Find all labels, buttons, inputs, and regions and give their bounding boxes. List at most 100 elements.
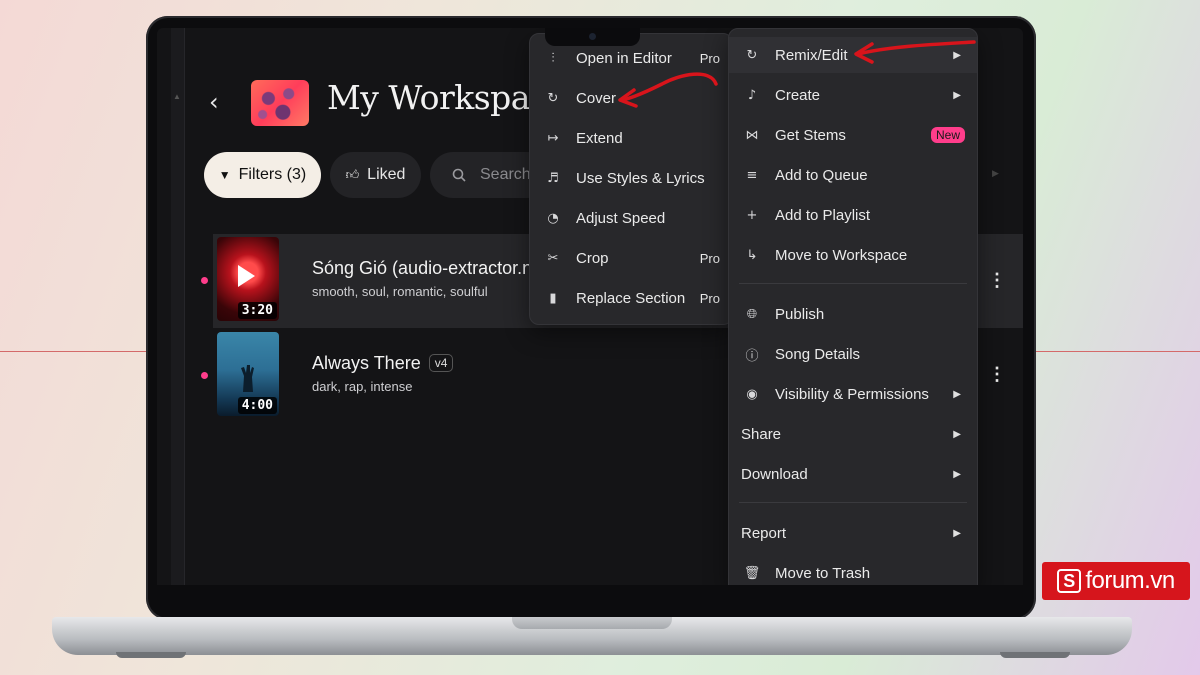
- music-shuffle-icon: ♬: [547, 170, 559, 186]
- menu-item-label: Extend: [576, 129, 623, 147]
- scissors-icon: ✂: [547, 250, 559, 266]
- song-context-menu: ↻ Remix/Edit ▶ ♪ Create ▶ ⋈ Get Stems Ne…: [728, 28, 978, 585]
- filters-button[interactable]: ▼ Filters (3): [204, 152, 321, 198]
- song-title[interactable]: Always There v4: [312, 353, 454, 374]
- song-title[interactable]: Sóng Gió (audio-extractor.net: [312, 258, 547, 279]
- menu-item-label: Add to Playlist: [775, 206, 871, 224]
- menu-item-add-to-queue[interactable]: ≡ Add to Queue: [729, 157, 977, 193]
- laptop-foot: [116, 652, 186, 658]
- menu-item-replace-section[interactable]: ▮ Replace Section Pro: [530, 280, 732, 316]
- menu-item-report[interactable]: Report ▶: [729, 515, 977, 551]
- menu-item-label: Add to Queue: [775, 166, 868, 184]
- forum-vn-logo: S forum.vn: [1042, 562, 1190, 600]
- music-note-icon: ♪: [747, 87, 757, 103]
- filters-label: Filters (3): [238, 166, 307, 183]
- model-version-badge: v4: [428, 354, 454, 372]
- liked-label: Liked: [367, 166, 406, 183]
- menu-item-visibility-permissions[interactable]: ◉ Visibility & Permissions ▶: [729, 376, 977, 412]
- menu-item-publish[interactable]: 🌐︎ Publish: [729, 296, 977, 332]
- info-icon: ⓘ: [745, 348, 759, 364]
- menu-item-add-to-playlist[interactable]: + Add to Playlist: [729, 197, 977, 233]
- chevron-right-icon: ▶: [953, 388, 961, 400]
- unplayed-dot: [201, 372, 208, 379]
- song-thumbnail[interactable]: 3:20: [217, 237, 279, 321]
- menu-item-label: Use Styles & Lyrics: [576, 169, 705, 187]
- song-tags: smooth, soul, romantic, soulful: [312, 284, 488, 299]
- menu-item-label: Download: [741, 465, 808, 483]
- trash-icon: 🗑︎: [743, 565, 761, 581]
- laptop-foot: [1000, 652, 1070, 658]
- scroll-right-icon[interactable]: ▶: [992, 168, 999, 179]
- cycle-icon: ↻: [746, 47, 758, 63]
- menu-item-remix-edit[interactable]: ↻ Remix/Edit ▶: [729, 37, 977, 73]
- new-badge: New: [930, 127, 965, 143]
- menu-item-crop[interactable]: ✂ Crop Pro: [530, 240, 732, 276]
- menu-item-song-details[interactable]: ⓘ Song Details: [729, 336, 977, 372]
- more-options-button[interactable]: ⋮: [988, 270, 1006, 291]
- menu-item-move-to-workspace[interactable]: ↳ Move to Workspace: [729, 237, 977, 273]
- extend-arrow-icon: ↦: [547, 130, 559, 146]
- eye-icon: ◉: [746, 386, 758, 402]
- menu-item-extend[interactable]: ↦ Extend: [530, 120, 732, 156]
- replace-section-icon: ▮: [549, 290, 557, 306]
- menu-item-label: Report: [741, 524, 787, 542]
- menu-item-label: Visibility & Permissions: [775, 385, 929, 403]
- menu-item-label: Adjust Speed: [576, 209, 666, 227]
- remix-submenu: ⫶ Open in Editor Pro ↻ Cover ↦ Extend ♬ …: [529, 33, 733, 325]
- cycle-icon: ↻: [547, 90, 559, 106]
- background-rule-left: [0, 351, 146, 352]
- background-rule-right: [1036, 351, 1200, 352]
- menu-item-label: Cover: [576, 89, 617, 107]
- menu-item-label: Open in Editor: [576, 49, 672, 67]
- stems-icon: ⋈: [745, 127, 759, 143]
- scroll-up-icon[interactable]: ▲: [173, 92, 181, 101]
- menu-divider: [739, 283, 967, 284]
- queue-icon: ≡: [746, 167, 758, 183]
- menu-item-share[interactable]: Share ▶: [729, 416, 977, 452]
- pro-badge: Pro: [699, 250, 720, 266]
- play-icon[interactable]: [238, 265, 255, 287]
- menu-item-create[interactable]: ♪ Create ▶: [729, 77, 977, 113]
- menu-item-label: Move to Trash: [775, 564, 871, 582]
- speed-gauge-icon: ◔: [547, 210, 559, 226]
- menu-item-download[interactable]: Download ▶: [729, 456, 977, 492]
- back-button[interactable]: ‹: [209, 88, 219, 116]
- chevron-right-icon: ▶: [953, 468, 961, 480]
- menu-item-get-stems[interactable]: ⋈ Get Stems New: [729, 117, 977, 153]
- menu-item-use-styles-lyrics[interactable]: ♬ Use Styles & Lyrics: [530, 160, 732, 196]
- menu-item-label: Get Stems: [775, 126, 846, 144]
- search-placeholder: Search: [480, 166, 531, 183]
- workspace-cover-image: [251, 80, 309, 126]
- sliders-icon: ⫶: [551, 50, 555, 66]
- menu-item-label: Create: [775, 86, 821, 104]
- menu-item-label: Move to Workspace: [775, 246, 908, 264]
- menu-item-label: Share: [741, 425, 782, 443]
- menu-item-label: Replace Section: [576, 289, 686, 307]
- unplayed-dot: [201, 277, 208, 284]
- search-icon: [452, 168, 466, 182]
- chevron-left-icon: ‹: [209, 88, 219, 116]
- song-title-text: Always There: [312, 353, 421, 373]
- song-duration: 4:00: [237, 397, 277, 414]
- vertical-scrollbar[interactable]: [171, 28, 185, 585]
- menu-item-cover[interactable]: ↻ Cover: [530, 80, 732, 116]
- menu-item-move-to-trash[interactable]: 🗑︎ Move to Trash: [729, 555, 977, 585]
- song-duration: 3:20: [237, 302, 277, 319]
- move-arrow-icon: ↳: [746, 247, 758, 263]
- plus-icon: +: [746, 207, 758, 223]
- thumbs-up-icon: 👍︎: [345, 167, 360, 182]
- menu-item-label: Song Details: [775, 345, 861, 363]
- menu-item-adjust-speed[interactable]: ◔ Adjust Speed: [530, 200, 732, 236]
- song-thumbnail[interactable]: 4:00: [217, 332, 279, 416]
- more-options-button[interactable]: ⋮: [988, 364, 1006, 385]
- liked-button[interactable]: 👍︎ Liked: [330, 152, 421, 198]
- pro-badge: Pro: [699, 290, 720, 306]
- menu-item-label: Publish: [775, 305, 825, 323]
- chevron-right-icon: ▶: [953, 527, 961, 539]
- chevron-right-icon: ▶: [953, 89, 961, 101]
- chevron-right-icon: ▶: [953, 428, 961, 440]
- menu-item-label: Remix/Edit: [775, 46, 848, 64]
- song-tags: dark, rap, intense: [312, 379, 413, 394]
- menu-divider: [739, 502, 967, 503]
- logo-mark: S: [1057, 569, 1082, 593]
